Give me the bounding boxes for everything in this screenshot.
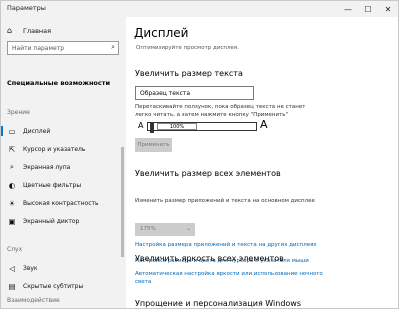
- home-link[interactable]: ⌂ Главная: [7, 26, 51, 35]
- captions-icon: ▤: [8, 281, 16, 291]
- text-size-heading: Увеличить размер текста: [135, 69, 243, 78]
- settings-window: Параметры — ☐ ✕ ⌂ Главная ⌕ Специальные …: [0, 0, 399, 309]
- sidebar-item-display[interactable]: ▭ Дисплей: [1, 125, 123, 137]
- maximize-button[interactable]: ☐: [358, 1, 378, 17]
- contrast-icon: ☀: [8, 198, 16, 208]
- title-bar: Параметры — ☐ ✕: [1, 1, 398, 17]
- sidebar-item-label: Курсор и указатель: [23, 145, 86, 153]
- brightness-heading: Увеличить яркость всех элементов: [135, 254, 284, 263]
- sample-text-box[interactable]: [135, 86, 254, 100]
- brightness-link-line1[interactable]: Автоматическая настройка яркости или исп…: [135, 271, 323, 277]
- brightness-link-line2[interactable]: света: [135, 279, 151, 285]
- page-subtitle: Оптимизируйте просмотр дисплея.: [136, 45, 239, 51]
- slider-track[interactable]: 100%: [147, 122, 257, 133]
- sidebar-scrollbar[interactable]: [121, 147, 124, 257]
- color-filter-icon: ◐: [8, 180, 16, 190]
- section-title: Специальные возможности: [7, 79, 111, 87]
- sample-text-field[interactable]: [140, 89, 248, 98]
- home-icon: ⌂: [7, 26, 13, 35]
- scale-label: Изменить размер приложений и текста на о…: [135, 198, 315, 204]
- apply-button[interactable]: Применить: [135, 138, 172, 152]
- sidebar-item-narrator[interactable]: ▣ Экранный диктор: [7, 215, 123, 227]
- window-controls: — ☐ ✕: [338, 1, 398, 17]
- home-label: Главная: [23, 26, 52, 35]
- main-content: Дисплей Оптимизируйте просмотр дисплея. …: [126, 17, 398, 308]
- sidebar-item-label: Экранная лупа: [23, 163, 71, 171]
- search-box[interactable]: ⌕: [7, 41, 119, 55]
- text-size-slider[interactable]: A 100% A: [135, 118, 268, 133]
- scale-dropdown[interactable]: 175% ⌄: [135, 223, 195, 236]
- sidebar: ⌂ Главная ⌕ Специальные возможности Зрен…: [1, 17, 126, 308]
- close-button[interactable]: ✕: [378, 1, 398, 17]
- text-size-description: Перетаскивайте ползунок, пока образец те…: [135, 104, 306, 118]
- sidebar-item-captions[interactable]: ▤ Скрытые субтитры: [7, 280, 123, 292]
- group-label-hearing: Слух: [7, 246, 23, 253]
- sidebar-item-label: Высокая контрастность: [23, 199, 99, 207]
- scale-dropdown-value: 175%: [140, 226, 156, 232]
- pointer-icon: ⇱: [8, 144, 16, 154]
- window-title: Параметры: [7, 4, 46, 12]
- magnifier-icon: ⌕: [9, 162, 15, 171]
- sidebar-item-audio[interactable]: ◁ Звук: [7, 262, 123, 274]
- slider-thumb[interactable]: [150, 122, 154, 133]
- narrator-icon: ▣: [8, 216, 16, 226]
- sidebar-item-magnifier[interactable]: ⌕ Экранная лупа: [7, 161, 123, 173]
- minimize-button[interactable]: —: [338, 1, 358, 17]
- search-icon[interactable]: ⌕: [111, 43, 115, 52]
- slider-small-label: A: [138, 121, 144, 130]
- scale-heading: Увеличить размер всех элементов: [135, 169, 281, 178]
- sidebar-item-label: Экранный диктор: [23, 217, 80, 225]
- sidebar-item-label: Цветные фильтры: [23, 181, 82, 189]
- sidebar-item-label: Звук: [23, 264, 38, 272]
- monitor-icon: ▭: [8, 126, 16, 136]
- sidebar-item-cursor[interactable]: ⇱ Курсор и указатель: [7, 143, 123, 155]
- page-title: Дисплей: [134, 26, 189, 40]
- slider-value-tooltip: 100%: [157, 123, 197, 130]
- sidebar-item-high-contrast[interactable]: ☀ Высокая контрастность: [7, 197, 123, 209]
- sidebar-item-label: Скрытые субтитры: [23, 282, 84, 290]
- other-displays-link[interactable]: Настройка размера приложений и текста на…: [135, 242, 317, 248]
- sidebar-item-label: Дисплей: [23, 127, 51, 135]
- group-label-interaction: Взаимодействие: [7, 297, 60, 304]
- simplify-heading: Упрощение и персонализация Windows: [135, 299, 302, 308]
- sidebar-item-color-filters[interactable]: ◐ Цветные фильтры: [7, 179, 123, 191]
- slider-big-label: A: [260, 118, 268, 131]
- search-input[interactable]: [12, 44, 104, 53]
- group-label-vision: Зрение: [7, 109, 30, 116]
- speaker-icon: ◁: [9, 263, 15, 273]
- chevron-down-icon: ⌄: [185, 225, 191, 232]
